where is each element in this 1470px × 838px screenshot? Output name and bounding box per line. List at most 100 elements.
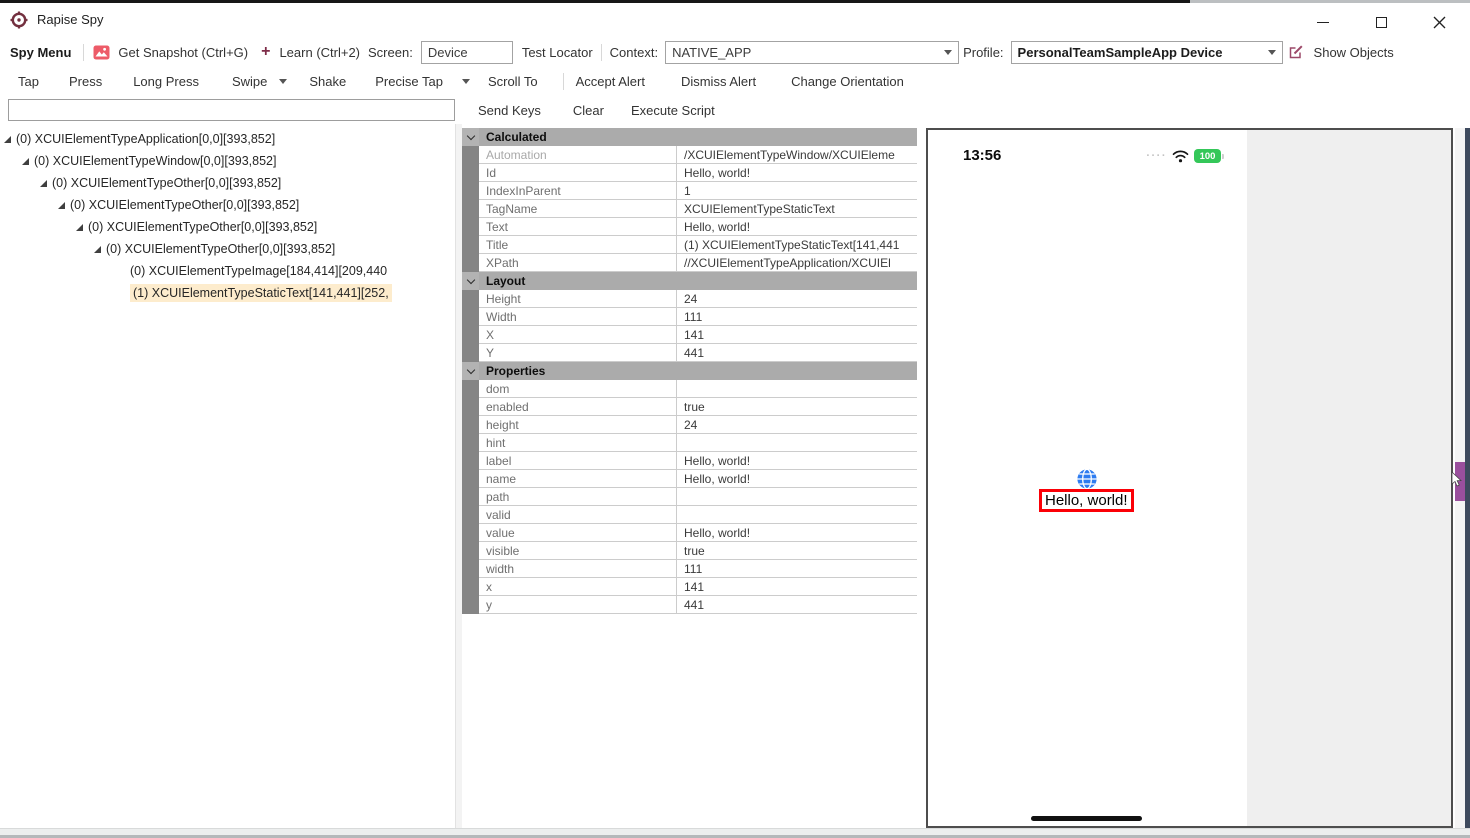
long-press-button[interactable]: Long Press (133, 74, 199, 89)
grid-section-calculated[interactable]: Calculated (462, 128, 917, 146)
grid-row[interactable]: Height 24 (462, 290, 917, 308)
tree-item-other-4[interactable]: (0) XCUIElementTypeOther[0,0][393,852] (0, 238, 455, 260)
expander-icon[interactable] (76, 224, 83, 231)
property-value (677, 434, 917, 452)
property-name: TagName (479, 200, 677, 218)
minimize-icon (1317, 22, 1329, 23)
execute-script-button[interactable]: Execute Script (631, 103, 715, 118)
property-value: Hello, world! (677, 470, 917, 488)
grid-row[interactable]: Y 441 (462, 344, 917, 362)
grid-row[interactable]: x 141 (462, 578, 917, 596)
grid-row[interactable]: name Hello, world! (462, 470, 917, 488)
chevron-down-icon (944, 50, 952, 55)
close-icon (1433, 16, 1446, 29)
device-screen[interactable]: 13:56 ···· 100 Hello, w (928, 130, 1247, 826)
tree-item-other-2[interactable]: (0) XCUIElementTypeOther[0,0][393,852] (0, 194, 455, 216)
grid-row[interactable]: IndexInParent 1 (462, 182, 917, 200)
collapse-icon[interactable] (466, 365, 474, 373)
tree-item-other-3[interactable]: (0) XCUIElementTypeOther[0,0][393,852] (0, 216, 455, 238)
show-objects-button[interactable]: Show Objects (1314, 45, 1394, 60)
grid-row[interactable]: dom (462, 380, 917, 398)
grid-row[interactable]: Automation /XCUIElementTypeWindow/XCUIEl… (462, 146, 917, 164)
grid-section-layout[interactable]: Layout (462, 272, 917, 290)
dismiss-alert-button[interactable]: Dismiss Alert (681, 74, 756, 89)
tree-item-application[interactable]: (0) XCUIElementTypeApplication[0,0][393,… (0, 128, 455, 150)
tree-item-window[interactable]: (0) XCUIElementTypeWindow[0,0][393,852] (0, 150, 455, 172)
expander-icon[interactable] (22, 158, 29, 165)
expander-icon[interactable] (94, 246, 101, 253)
grid-row[interactable]: Title (1) XCUIElementTypeStaticText[141,… (462, 236, 917, 254)
property-name: width (479, 560, 677, 578)
send-keys-toolbar: Send Keys Clear Execute Script (0, 96, 1470, 124)
hello-world-highlighted-element[interactable]: Hello, world! (1039, 489, 1134, 512)
grid-row[interactable]: Text Hello, world! (462, 218, 917, 236)
get-snapshot-button[interactable]: Get Snapshot (Ctrl+G) (118, 45, 248, 60)
tree-item-image[interactable]: (0) XCUIElementTypeImage[184,414][209,44… (0, 260, 455, 282)
scroll-to-button[interactable]: Scroll To (488, 74, 538, 89)
snapshot-icon (93, 45, 110, 60)
grid-row[interactable]: hint (462, 434, 917, 452)
property-value (677, 488, 917, 506)
test-locator-button[interactable]: Test Locator (522, 45, 593, 60)
profile-select[interactable]: PersonalTeamSampleApp Device (1011, 41, 1283, 64)
grid-row[interactable]: visible true (462, 542, 917, 560)
grid-row[interactable]: value Hello, world! (462, 524, 917, 542)
collapse-icon[interactable] (466, 275, 474, 283)
property-grid: Calculated Automation /XCUIElementTypeWi… (462, 128, 917, 614)
property-value: 111 (677, 560, 917, 578)
expander-icon[interactable] (58, 202, 65, 209)
tree-item-statictext-selected[interactable]: (1) XCUIElementTypeStaticText[141,441][2… (0, 282, 455, 304)
property-name: Height (479, 290, 677, 308)
close-button[interactable] (1430, 14, 1448, 32)
grid-row[interactable]: label Hello, world! (462, 452, 917, 470)
grid-section-properties[interactable]: Properties (462, 362, 917, 380)
expander-icon[interactable] (40, 180, 47, 187)
grid-row[interactable]: path (462, 488, 917, 506)
change-orientation-button[interactable]: Change Orientation (791, 74, 904, 89)
device-mirror-panel: 13:56 ···· 100 Hello, w (926, 128, 1453, 828)
context-label: Context: (610, 45, 658, 60)
accept-alert-button[interactable]: Accept Alert (576, 74, 645, 89)
grid-row[interactable]: TagName XCUIElementTypeStaticText (462, 200, 917, 218)
property-value: 111 (677, 308, 917, 326)
tap-button[interactable]: Tap (18, 74, 39, 89)
grid-row[interactable]: enabled true (462, 398, 917, 416)
device-clock: 13:56 (963, 147, 1001, 164)
context-select[interactable]: NATIVE_APP (665, 41, 959, 64)
send-keys-button[interactable]: Send Keys (478, 103, 541, 118)
shake-button[interactable]: Shake (309, 74, 346, 89)
precise-tap-button[interactable]: Precise Tap (375, 74, 443, 89)
screen-select[interactable]: Device (421, 41, 513, 64)
property-value: XCUIElementTypeStaticText (677, 200, 917, 218)
grid-row[interactable]: XPath //XCUIElementTypeApplication/XCUIE… (462, 254, 917, 272)
grid-row[interactable]: y 441 (462, 596, 917, 614)
collapse-icon[interactable] (466, 131, 474, 139)
expander-icon[interactable] (4, 136, 11, 143)
toolbar-separator (563, 73, 564, 90)
edit-profile-icon[interactable] (1288, 44, 1304, 60)
press-button[interactable]: Press (69, 74, 102, 89)
grid-row[interactable]: Id Hello, world! (462, 164, 917, 182)
property-value: Hello, world! (677, 452, 917, 470)
learn-button[interactable]: Learn (Ctrl+2) (279, 45, 360, 60)
main-toolbar: Spy Menu Get Snapshot (Ctrl+G) + Learn (… (0, 38, 1470, 66)
grid-row[interactable]: Width 111 (462, 308, 917, 326)
property-value: (1) XCUIElementTypeStaticText[141,441 (677, 236, 917, 254)
maximize-button[interactable] (1372, 14, 1390, 32)
swipe-dropdown-icon[interactable] (279, 79, 287, 84)
grid-row[interactable]: valid (462, 506, 917, 524)
property-name: value (479, 524, 677, 542)
clear-button[interactable]: Clear (573, 103, 604, 118)
grid-row[interactable]: X 141 (462, 326, 917, 344)
chevron-down-icon (1268, 50, 1276, 55)
precise-tap-dropdown-icon[interactable] (462, 79, 470, 84)
spy-menu-button[interactable]: Spy Menu (10, 45, 71, 60)
swipe-button[interactable]: Swipe (232, 74, 267, 89)
property-name: hint (479, 434, 677, 452)
tree-item-other-1[interactable]: (0) XCUIElementTypeOther[0,0][393,852] (0, 172, 455, 194)
grid-row[interactable]: height 24 (462, 416, 917, 434)
minimize-button[interactable] (1314, 14, 1332, 32)
keys-input[interactable] (8, 99, 455, 121)
property-value: 441 (677, 344, 917, 362)
grid-row[interactable]: width 111 (462, 560, 917, 578)
